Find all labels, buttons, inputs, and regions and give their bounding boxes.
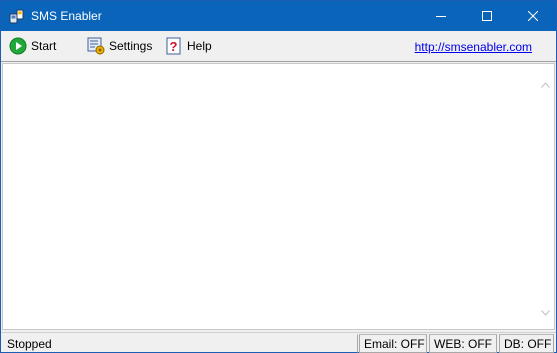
- log-area[interactable]: [2, 63, 555, 330]
- maximize-button[interactable]: [464, 1, 510, 31]
- maximize-icon: [482, 11, 492, 21]
- minimize-icon: [436, 16, 446, 17]
- scroll-down-button[interactable]: [537, 304, 554, 321]
- start-label: Start: [31, 39, 57, 53]
- chevron-down-icon: [541, 309, 550, 316]
- website-link[interactable]: http://smsenabler.com: [415, 40, 532, 54]
- help-icon: ?: [166, 37, 181, 55]
- play-icon: [9, 37, 27, 55]
- help-label: Help: [187, 39, 212, 53]
- settings-button[interactable]: Settings: [87, 35, 152, 57]
- vertical-scrollbar[interactable]: [537, 64, 554, 329]
- status-bar: Stopped Email: OFF WEB: OFF DB: OFF: [1, 332, 556, 353]
- help-button[interactable]: ? Help: [165, 35, 212, 57]
- start-button[interactable]: Start: [9, 35, 56, 57]
- minimize-button[interactable]: [418, 1, 464, 31]
- email-status: Email: OFF: [359, 334, 427, 353]
- sms-phone-icon: [9, 8, 25, 24]
- close-button[interactable]: [510, 1, 556, 31]
- toolbar: Start Settings ? Help http://smsenabler.…: [1, 31, 556, 62]
- settings-label: Settings: [109, 39, 153, 53]
- settings-icon: [87, 37, 105, 55]
- close-icon: [528, 11, 538, 21]
- app-window: SMS Enabler Start Settings ? Help http:/…: [0, 0, 557, 353]
- db-status: DB: OFF: [499, 334, 554, 353]
- scroll-up-button[interactable]: [537, 76, 554, 93]
- status-text: Stopped: [2, 334, 358, 353]
- title-bar[interactable]: SMS Enabler: [1, 1, 556, 31]
- chevron-up-icon: [541, 81, 550, 88]
- svg-text:?: ?: [170, 39, 178, 54]
- web-status: WEB: OFF: [429, 334, 497, 353]
- window-title: SMS Enabler: [31, 9, 102, 23]
